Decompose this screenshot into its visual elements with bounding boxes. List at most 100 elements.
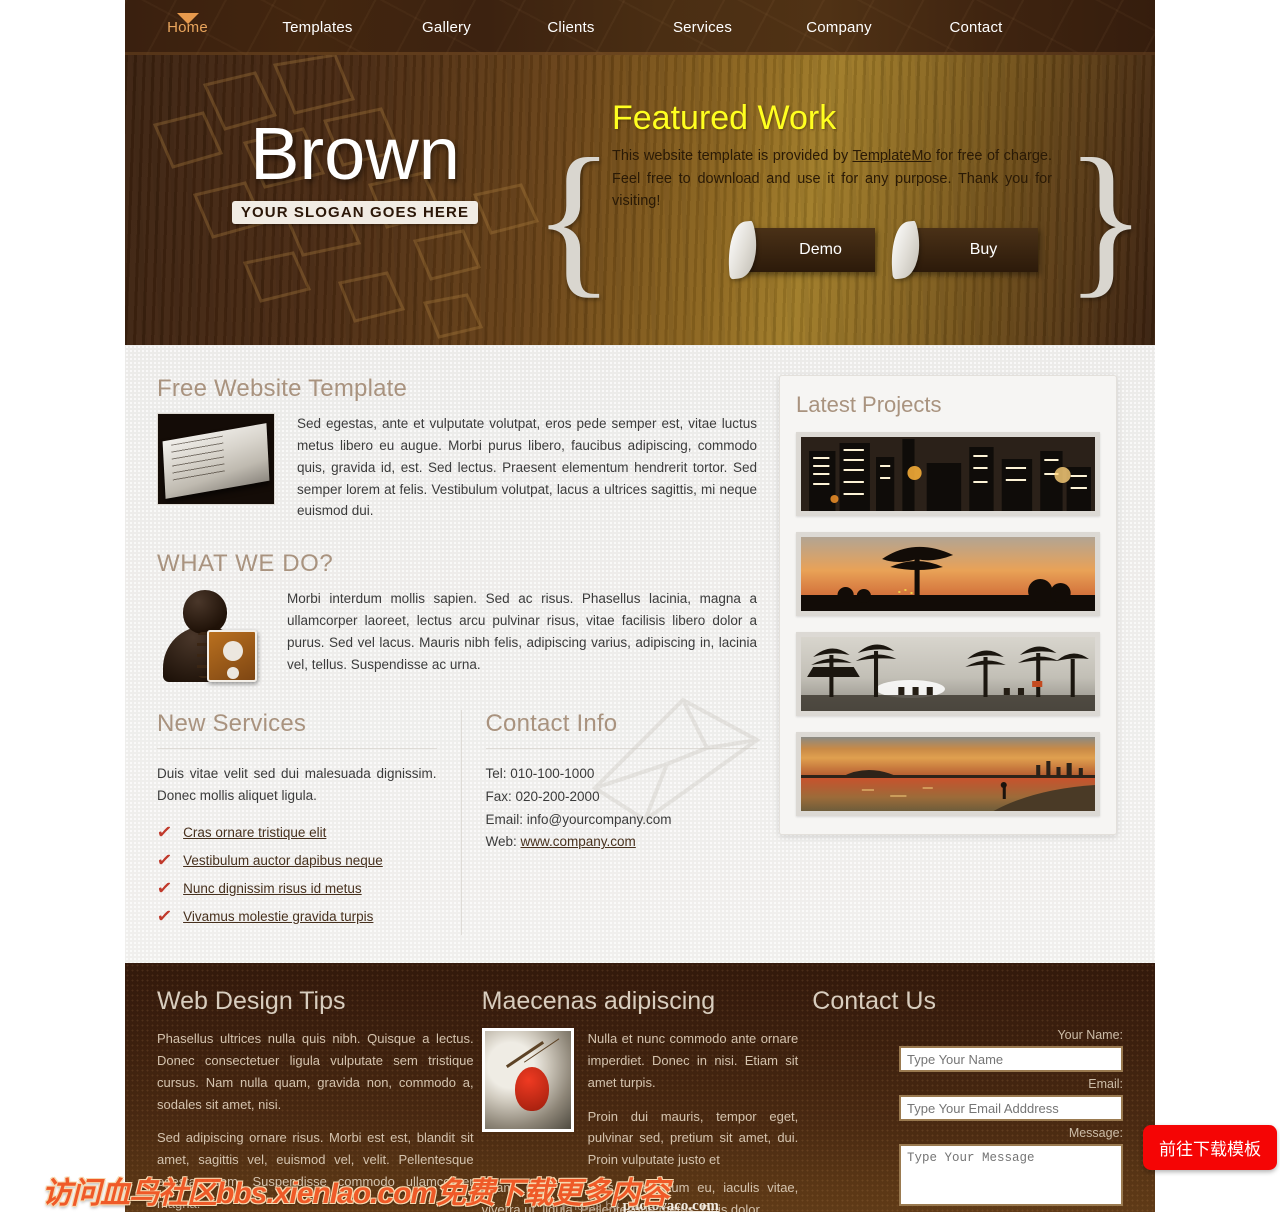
person-head-shape	[183, 590, 227, 635]
site-watermark-text: 访问血鸟社区bbs.xienIao.com免费下载更多内容	[42, 1177, 669, 1210]
nav-item-contact[interactable]: Contact	[907, 13, 1045, 42]
nav-item-clients[interactable]: Clients	[508, 13, 634, 42]
nav-item-services[interactable]: Services	[634, 13, 771, 42]
templatemo-link[interactable]: TemplateMo	[853, 148, 932, 164]
service-link[interactable]: Nunc dignissim risus id metus	[183, 881, 362, 896]
brand-title: Brown	[250, 112, 460, 195]
name-row: Your Name:	[812, 1028, 1124, 1073]
brace-right-decor: }	[1065, 124, 1147, 312]
project-thumbnail	[801, 437, 1095, 511]
main-content: Free Website Template Sed egestas, ante …	[125, 345, 1155, 963]
project-city-night[interactable]	[796, 432, 1100, 516]
hero-buttons: Demo Buy	[724, 220, 1038, 280]
new-services-list: ✓ Cras ornare tristique elit ✓ Vestibulum …	[155, 821, 437, 927]
buy-button-label: Buy	[969, 241, 998, 258]
nav-link-gallery[interactable]: Gallery	[385, 13, 508, 42]
featured-work-text: This website template is provided by Tem…	[612, 145, 1052, 212]
list-item[interactable]: ✓ Nunc dignissim risus id metus	[155, 877, 437, 899]
contact-info-block: Contact Info Tel: 010-100-1000 Fax: 020-…	[485, 697, 761, 935]
contact-fax: Fax: 020-200-2000	[485, 788, 600, 804]
maecenas-paragraph-1: Nulla et nunc commodo ante ornare imperd…	[587, 1031, 799, 1090]
featured-work-title: Featured Work	[612, 99, 837, 137]
what-we-do-media-block: Morbi interdum mollis sapien. Sed ac ris…	[157, 588, 757, 684]
nav-link-templates[interactable]: Templates	[250, 13, 385, 42]
buy-button[interactable]: Buy	[887, 220, 1038, 280]
intro-media-block: Sed egestas, ante et vulputate volutpat,…	[157, 413, 757, 522]
contact-web-label: Web:	[485, 834, 521, 850]
nav-item-gallery[interactable]: Gallery	[385, 13, 508, 42]
project-thumbnail	[801, 637, 1095, 711]
list-item[interactable]: ✓ Cras ornare tristique elit	[155, 821, 437, 843]
project-tree-sunset[interactable]	[796, 532, 1100, 616]
email-input[interactable]	[899, 1095, 1124, 1122]
maecenas-heading: Maecenas adipiscing	[481, 987, 716, 1016]
project-thumbnail	[801, 537, 1095, 611]
maecenas-media-block: Nulla et nunc commodo ante ornare imperd…	[481, 1028, 799, 1171]
contact-card-shape	[207, 630, 257, 683]
download-template-button[interactable]: 前往下载模板	[1143, 1125, 1277, 1170]
name-label: Your Name:	[1057, 1028, 1124, 1043]
message-textarea[interactable]	[899, 1144, 1124, 1207]
hero-banner: Brown YOUR SLOGAN GOES HERE { } Featured…	[125, 55, 1155, 345]
nav-item-home[interactable]: Home	[125, 13, 250, 42]
demo-button-label: Demo	[799, 241, 842, 258]
company-website-link[interactable]: www.company.com	[521, 834, 636, 849]
project-palm-beach[interactable]	[796, 632, 1100, 716]
nav-link-clients[interactable]: Clients	[508, 13, 634, 42]
contact-info-lines: Tel: 010-100-1000 Fax: 020-200-2000 Emai…	[486, 763, 758, 854]
demo-button[interactable]: Demo	[724, 220, 875, 280]
brand-block: Brown YOUR SLOGAN GOES HERE	[125, 117, 585, 224]
name-input[interactable]	[899, 1046, 1124, 1073]
lower-two-columns: New Services Duis vitae velit sed dui ma…	[155, 697, 761, 936]
email-row: Email:	[812, 1077, 1124, 1122]
maecenas-paragraph-2: Proin dui mauris, tempor eget, pulvinar …	[587, 1108, 799, 1168]
content-left-column: Free Website Template Sed egestas, ante …	[155, 375, 761, 936]
message-row: Message:	[812, 1126, 1124, 1207]
content-right-column: Latest Projects	[757, 375, 1117, 935]
leaf-icon	[887, 220, 923, 280]
what-we-do-paragraph: Morbi interdum mollis sapien. Sed ac ris…	[287, 591, 757, 672]
active-pointer-icon	[176, 13, 199, 24]
nav-link-services[interactable]: Services	[634, 13, 771, 42]
service-link[interactable]: Vivamus molestie gravida turpis	[183, 909, 373, 924]
tips-paragraph-1: Phasellus ultrices nulla quis nibh. Quis…	[157, 1031, 474, 1112]
main-navigation: Home Templates Gallery Clients Services …	[125, 0, 1155, 55]
site-container: Home Templates Gallery Clients Services …	[125, 0, 1155, 1212]
vertical-divider	[460, 710, 462, 936]
latest-projects-heading: Latest Projects	[796, 392, 942, 417]
list-item[interactable]: ✓ Vivamus molestie gravida turpis	[155, 905, 437, 927]
brand-slogan: YOUR SLOGAN GOES HERE	[231, 201, 479, 224]
what-we-do-heading: WHAT WE DO?	[157, 550, 334, 578]
check-icon: ✓	[155, 905, 174, 927]
nav-item-company[interactable]: Company	[771, 13, 907, 42]
nav-link-contact[interactable]: Contact	[907, 13, 1045, 42]
web-design-tips-heading: Web Design Tips	[157, 987, 346, 1016]
project-thumbnail	[801, 737, 1095, 811]
nav-list: Home Templates Gallery Clients Services …	[125, 0, 1155, 55]
latest-projects-panel: Latest Projects	[779, 375, 1117, 835]
check-icon: ✓	[155, 877, 174, 899]
book-thumbnail-image	[157, 413, 275, 505]
nav-item-templates[interactable]: Templates	[250, 13, 385, 42]
new-services-block: New Services Duis vitae velit sed dui ma…	[155, 710, 437, 935]
check-icon: ✓	[155, 849, 174, 871]
divider	[157, 748, 437, 750]
person-contact-icon	[157, 588, 265, 684]
check-icon: ✓	[155, 821, 174, 843]
message-label: Message:	[1068, 1126, 1124, 1141]
featured-work-block: Featured Work This website template is p…	[612, 99, 1052, 213]
contact-tel: Tel: 010-100-1000	[485, 766, 595, 782]
project-lake-sunset[interactable]	[796, 732, 1100, 816]
list-item[interactable]: ✓ Vestibulum auctor dapibus neque	[155, 849, 437, 871]
service-link[interactable]: Vestibulum auctor dapibus neque	[183, 853, 383, 868]
contact-email: Email: info@yourcompany.com	[485, 811, 672, 827]
free-website-template-heading: Free Website Template	[157, 375, 408, 402]
intro-paragraph: Sed egestas, ante et vulputate volutpat,…	[297, 416, 757, 519]
footer-contact-column: Contact Us Your Name: Email: Message:	[798, 987, 1124, 1212]
contact-form: Your Name: Email: Message:	[812, 1028, 1124, 1207]
maecenas-text-top: Nulla et nunc commodo ante ornare imperd…	[588, 1028, 799, 1171]
page-root: Home Templates Gallery Clients Services …	[0, 0, 1280, 1212]
nav-link-company[interactable]: Company	[771, 13, 907, 42]
service-link[interactable]: Cras ornare tristique elit	[183, 825, 326, 840]
contact-us-heading: Contact Us	[812, 987, 936, 1016]
